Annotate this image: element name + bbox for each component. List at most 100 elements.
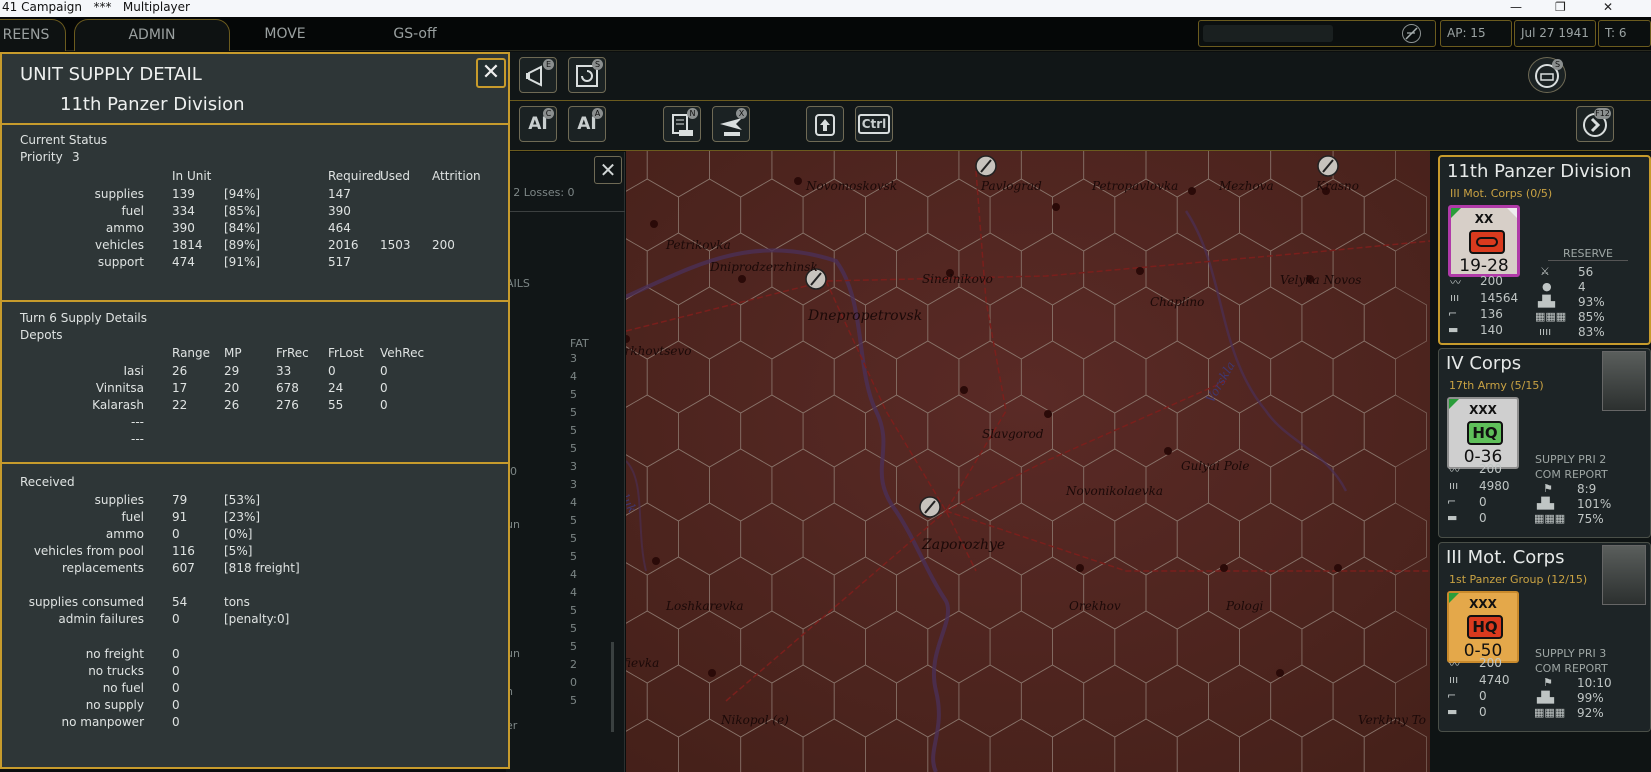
bullhorn-button[interactable]: E (519, 57, 557, 93)
list-scrollbar[interactable] (611, 642, 614, 732)
arrow-up-button[interactable] (806, 106, 844, 142)
depot-name: Vinnitsa (95, 381, 144, 395)
next-button[interactable]: F12 (1576, 106, 1614, 142)
received-label: vehicles from pool (33, 544, 144, 558)
column-header: In Unit (172, 169, 212, 183)
unit-card-11th-panzer[interactable]: 11th Panzer Division III Mot. Corps (0/5… (1438, 155, 1651, 345)
depot-name: Iasi (123, 364, 144, 378)
map-label: Krasno (1316, 179, 1359, 193)
column-header: Required (328, 169, 382, 183)
unit-card-subtitle: 17th Army (5/15) (1449, 379, 1544, 392)
stat: 99% (1577, 691, 1604, 705)
percent-value: [89%] (224, 238, 261, 252)
close-window-button[interactable]: ✕ (1603, 0, 1613, 14)
failure-value: 0 (172, 647, 180, 661)
percent-value: [94%] (224, 187, 261, 201)
reload-button[interactable]: S (568, 57, 606, 93)
fatigue-value: 5 (570, 424, 577, 437)
close-panel-button[interactable]: ✕ (476, 58, 506, 88)
city-dot (1188, 187, 1196, 195)
fat-header: FAT (570, 337, 589, 350)
consumed-value: 54 (172, 595, 188, 609)
fatigue-value: 5 (570, 532, 577, 545)
unit-supply-detail-panel: UNIT SUPPLY DETAIL 11th Panzer Division … (0, 52, 510, 769)
received-section: Received supplies 79 [53%] fuel 91 [23%] ammo 0 [… (2, 462, 508, 767)
tab-gs-off[interactable]: GS-off (370, 19, 460, 51)
morale-icon: 〰 (1449, 658, 1460, 671)
unit-counter[interactable]: XXX HQ 0-36 (1447, 397, 1519, 469)
tank-icon: ▬ (1448, 323, 1459, 336)
flag-icon: ⚑ (1543, 482, 1553, 495)
search-input[interactable] (1203, 25, 1333, 42)
map-label: Novomoskovsk (806, 179, 898, 193)
commander-portrait (1602, 545, 1646, 605)
column-header: Range (172, 346, 211, 360)
close-list-button[interactable]: ✕ (594, 156, 622, 184)
flag-icon: ⚑ (1543, 676, 1553, 689)
men-icon: ııı (1450, 291, 1460, 304)
command-report: COM REPORT (1535, 468, 1608, 481)
unit-list-header: : 2 Losses: 0 ✕ (506, 152, 625, 212)
stat: 136 (1480, 307, 1503, 321)
ai-c-button[interactable]: C AI (519, 106, 557, 142)
unit-counter[interactable]: XX 19-28 (1448, 205, 1520, 277)
game-date: Jul 27 1941 (1514, 20, 1596, 47)
toolbar-row-2: C AI A AI N X Ctrl F12 (510, 101, 1651, 151)
fatigue-value: 5 (570, 550, 577, 563)
tab-admin[interactable]: ADMIN (74, 19, 230, 51)
supply-priority: SUPPLY PRI 3 (1535, 647, 1607, 660)
map-label: Dnepropetrovsk (808, 308, 923, 324)
maximize-button[interactable]: ❐ (1555, 0, 1566, 14)
map-label: Pavlograd (981, 179, 1042, 193)
fuel-drop-icon: ● (1542, 280, 1552, 293)
depot-vehrec: 0 (380, 381, 388, 395)
map-label: Zaporozhye (922, 537, 1006, 553)
received-label: supplies (94, 493, 144, 507)
fatigue-value: 5 (570, 640, 577, 653)
fatigue-value: 5 (570, 388, 577, 401)
column-header: MP (224, 346, 242, 360)
unit-counter[interactable]: XXX HQ 0-50 (1447, 591, 1519, 663)
supply-s-button[interactable]: S (1528, 57, 1566, 93)
search-field[interactable] (1198, 20, 1436, 47)
failure-value: 0 (172, 715, 180, 729)
morale-icon: 〰 (1449, 464, 1460, 477)
ctrl-button[interactable]: Ctrl (855, 106, 893, 142)
fatigue-value: 5 (570, 442, 577, 455)
city-dot (794, 177, 802, 185)
tab-screens[interactable]: REENS (0, 19, 66, 51)
city-dot (1076, 564, 1084, 572)
supply-icon: ▟▙ (1538, 295, 1555, 308)
supply-icon: ▟▙ (1537, 497, 1554, 510)
ai-a-button[interactable]: A AI (568, 106, 606, 142)
unit-card-iv-corps[interactable]: IV Corps 17th Army (5/15) XXX HQ 0-36 SU… (1438, 348, 1651, 538)
men-icon: ııı (1449, 673, 1459, 686)
ai-n-button[interactable]: N (663, 106, 701, 142)
depot-frrec: 33 (276, 364, 292, 378)
stat: 75% (1577, 512, 1604, 526)
received-value: 116 (172, 544, 195, 558)
required-value: 390 (328, 204, 351, 218)
hex-map[interactable]: Novomoskovsk Pavlograd Petropavlovka Mez… (626, 151, 1430, 772)
fatigue-value: 5 (570, 604, 577, 617)
air-x-button[interactable]: X (712, 106, 750, 142)
compass-icon[interactable] (1402, 24, 1421, 43)
fatigue-value: 5 (570, 694, 577, 707)
arrow-up-icon (815, 114, 835, 136)
received-note: [53%] (224, 493, 261, 507)
map-label: Verkhny To (1358, 713, 1427, 727)
tab-move[interactable]: MOVE (240, 19, 330, 51)
map-label: Velyka Novos (1280, 273, 1362, 287)
in-unit-value: 139 (172, 187, 195, 201)
gun-icon: ⌐ (1448, 307, 1458, 320)
unit-card-iii-mot-corps[interactable]: III Mot. Corps 1st Panzer Group (12/15) … (1438, 542, 1651, 732)
column-header: FrLost (328, 346, 364, 360)
map-label: Dniprodzerzhinsk (710, 260, 818, 274)
minimize-button[interactable]: — (1510, 0, 1522, 14)
received-note: [0%] (224, 527, 253, 541)
received-value: 79 (172, 493, 188, 507)
unit-card-title: III Mot. Corps (1446, 547, 1565, 568)
map-label: Verkhovtsevo (626, 344, 692, 358)
unit-size: XX (1474, 212, 1494, 226)
section-heading: Received (20, 475, 75, 489)
